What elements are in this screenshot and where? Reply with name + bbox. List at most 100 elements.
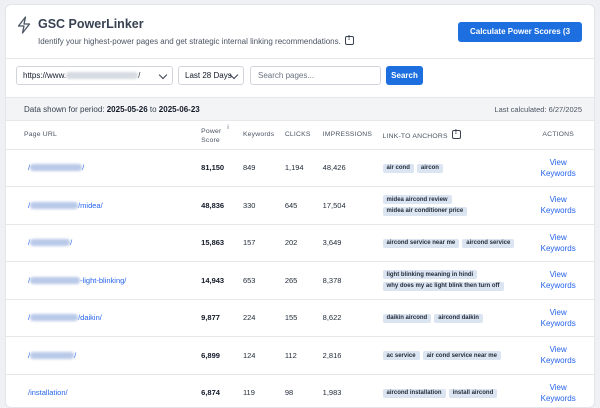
page-url-link[interactable]: / / xyxy=(28,163,84,172)
search-input[interactable] xyxy=(250,66,381,85)
view-link-line2: Keywords xyxy=(540,243,576,253)
table-row[interactable]: // 6,899 124 112 2,816 ac service air cond ser… xyxy=(6,336,594,375)
anchors-cell: aircond service near me aircond service xyxy=(382,224,523,262)
url-redacted xyxy=(30,314,79,322)
anchor-chip[interactable]: midea air conditioner price xyxy=(382,206,468,216)
chevron-down-icon xyxy=(158,70,168,80)
keywords-count: 119 xyxy=(242,374,285,407)
keywords-count: 330 xyxy=(242,186,285,225)
column-header-impressions[interactable]: Impressions xyxy=(322,121,383,150)
calculate-power-scores-button[interactable]: Calculate Power Scores (3 credits) xyxy=(458,22,582,56)
column-header-keywords[interactable]: Keywords xyxy=(242,121,285,150)
page-url-cell: //midea/ xyxy=(6,186,202,225)
app-subtitle: Identify your highest-power pages and ge… xyxy=(38,35,354,46)
keywords-count: 849 xyxy=(242,149,285,187)
column-header-url[interactable]: Page URL xyxy=(6,121,202,150)
table-body: //81,150 849 1,194 48,426 air cond aircon View… xyxy=(6,149,594,407)
page-url-link[interactable]: //midea/ xyxy=(28,201,103,210)
impressions-count: 8,378 xyxy=(322,261,383,300)
info-message-icon[interactable] xyxy=(451,129,461,139)
table-row[interactable]: / -light-blinking/14,943 653 265 8,378 light … xyxy=(6,261,594,300)
view-keywords-link[interactable]: View Keywords xyxy=(522,344,594,366)
table-row[interactable]: /installation/6,874 119 98 1,983 aircond ins… xyxy=(6,374,594,407)
site-select-prefix: https://www. xyxy=(23,71,67,80)
url-redacted xyxy=(30,276,81,284)
period-label: Data shown for period: xyxy=(24,105,105,114)
header: GSC PowerLinker Identify your highest-po… xyxy=(6,5,594,56)
keywords-count: 224 xyxy=(242,299,285,337)
table-row[interactable]: // 15,863 157 202 3,649 aircond service near … xyxy=(6,224,594,262)
column-header-power-score[interactable]: Power i Score xyxy=(201,121,243,150)
anchor-chip[interactable]: aircond daikin xyxy=(434,313,483,323)
clicks-count: 202 xyxy=(284,224,323,262)
period-bar: Data shown for period: 2025-05-26 to 202… xyxy=(6,97,594,121)
table-row[interactable]: //daikin/9,877 224 155 8,622 daikin aircond a… xyxy=(6,299,594,337)
period-joiner: to xyxy=(149,105,157,114)
app-subtitle-text: Identify your highest-power pages and ge… xyxy=(38,37,341,46)
view-keywords-link[interactable]: View Keywords xyxy=(522,157,594,179)
power-header-line1: Power xyxy=(201,128,222,136)
anchor-chip[interactable]: install aircond xyxy=(448,388,498,398)
page-url-link[interactable]: / / xyxy=(28,351,76,360)
anchors-cell: daikin aircond aircond daikin xyxy=(382,299,523,337)
anchors-header-label: Link-to Anchors xyxy=(382,132,448,140)
table-header-row: Page URL Power i Score Keywords Clicks Im… xyxy=(6,121,594,150)
site-select[interactable]: https://www. / xyxy=(16,66,173,85)
anchor-chip[interactable]: aircond installation xyxy=(382,388,446,398)
impressions-count: 17,504 xyxy=(322,186,383,225)
power-score: 6,899 xyxy=(201,336,243,375)
page-url-prefix: /installation/ xyxy=(28,388,68,398)
view-keywords-link[interactable]: View Keywords xyxy=(522,382,594,404)
anchor-chip[interactable]: air cond xyxy=(382,163,414,173)
view-keywords-link[interactable]: View Keywords xyxy=(522,307,594,329)
page-url-suffix: / xyxy=(82,163,85,173)
page-url-link[interactable]: / -light-blinking/ xyxy=(28,276,126,285)
actions-cell: View Keywords xyxy=(522,336,594,375)
page-url-link[interactable]: /installation/ xyxy=(28,388,68,397)
view-keywords-link[interactable]: View Keywords xyxy=(522,232,594,254)
anchor-chip[interactable]: air cond service near me xyxy=(422,351,501,360)
anchor-chip[interactable]: why does my ac light blink then turn off xyxy=(382,281,504,291)
view-keywords-link[interactable]: View Keywords xyxy=(522,194,594,216)
view-link-line1: View xyxy=(549,382,567,392)
actions-cell: View Keywords xyxy=(522,149,594,187)
search-button[interactable]: Search xyxy=(386,66,423,85)
impressions-count: 8,622 xyxy=(322,299,383,337)
view-keywords-link[interactable]: View Keywords xyxy=(522,269,594,291)
table-row[interactable]: //81,150 849 1,194 48,426 air cond aircon View… xyxy=(6,149,594,187)
info-message-icon[interactable] xyxy=(344,35,354,45)
power-score: 81,150 xyxy=(201,149,243,187)
power-score: 6,874 xyxy=(201,374,243,407)
impressions-count: 3,649 xyxy=(322,224,383,262)
date-range-select[interactable]: Last 28 Days xyxy=(178,66,244,85)
view-link-line2: Keywords xyxy=(540,393,576,403)
view-link-line2: Keywords xyxy=(540,356,576,366)
period-start: 2025-05-26 xyxy=(106,105,148,114)
power-score-info-icon[interactable]: i xyxy=(227,124,229,133)
header-divider xyxy=(6,58,594,59)
anchor-chip[interactable]: aircond service xyxy=(462,238,515,248)
keywords-count: 124 xyxy=(242,336,285,375)
page-url-suffix: /midea/ xyxy=(78,200,103,210)
power-header-line2: Score xyxy=(201,137,220,145)
period-text: Data shown for period: 2025-05-26 to 202… xyxy=(24,105,200,114)
anchor-chip[interactable]: aircond service near me xyxy=(382,238,460,248)
page-url-suffix: / xyxy=(74,350,77,360)
page-url-link[interactable]: //daikin/ xyxy=(28,313,102,322)
anchor-chip[interactable]: ac service xyxy=(382,351,420,360)
powerlinker-card: GSC PowerLinker Identify your highest-po… xyxy=(5,4,595,408)
anchor-chip[interactable]: midea aircond review xyxy=(382,195,452,205)
power-score: 9,877 xyxy=(201,299,243,337)
clicks-count: 112 xyxy=(284,336,323,375)
anchor-chip[interactable]: daikin aircond xyxy=(382,313,432,323)
anchor-chip[interactable]: aircon xyxy=(416,163,443,173)
clicks-count: 645 xyxy=(284,186,323,225)
url-redacted xyxy=(30,239,71,247)
view-link-line1: View xyxy=(549,307,567,317)
column-header-clicks[interactable]: Clicks xyxy=(284,121,323,150)
page-url-link[interactable]: / / xyxy=(28,238,72,247)
view-link-line1: View xyxy=(549,232,567,242)
anchor-chip[interactable]: light blinking meaning in hindi xyxy=(382,270,478,280)
table-row[interactable]: //midea/48,836 330 645 17,504 midea aircond … xyxy=(6,186,594,225)
view-link-line2: Keywords xyxy=(540,206,576,216)
